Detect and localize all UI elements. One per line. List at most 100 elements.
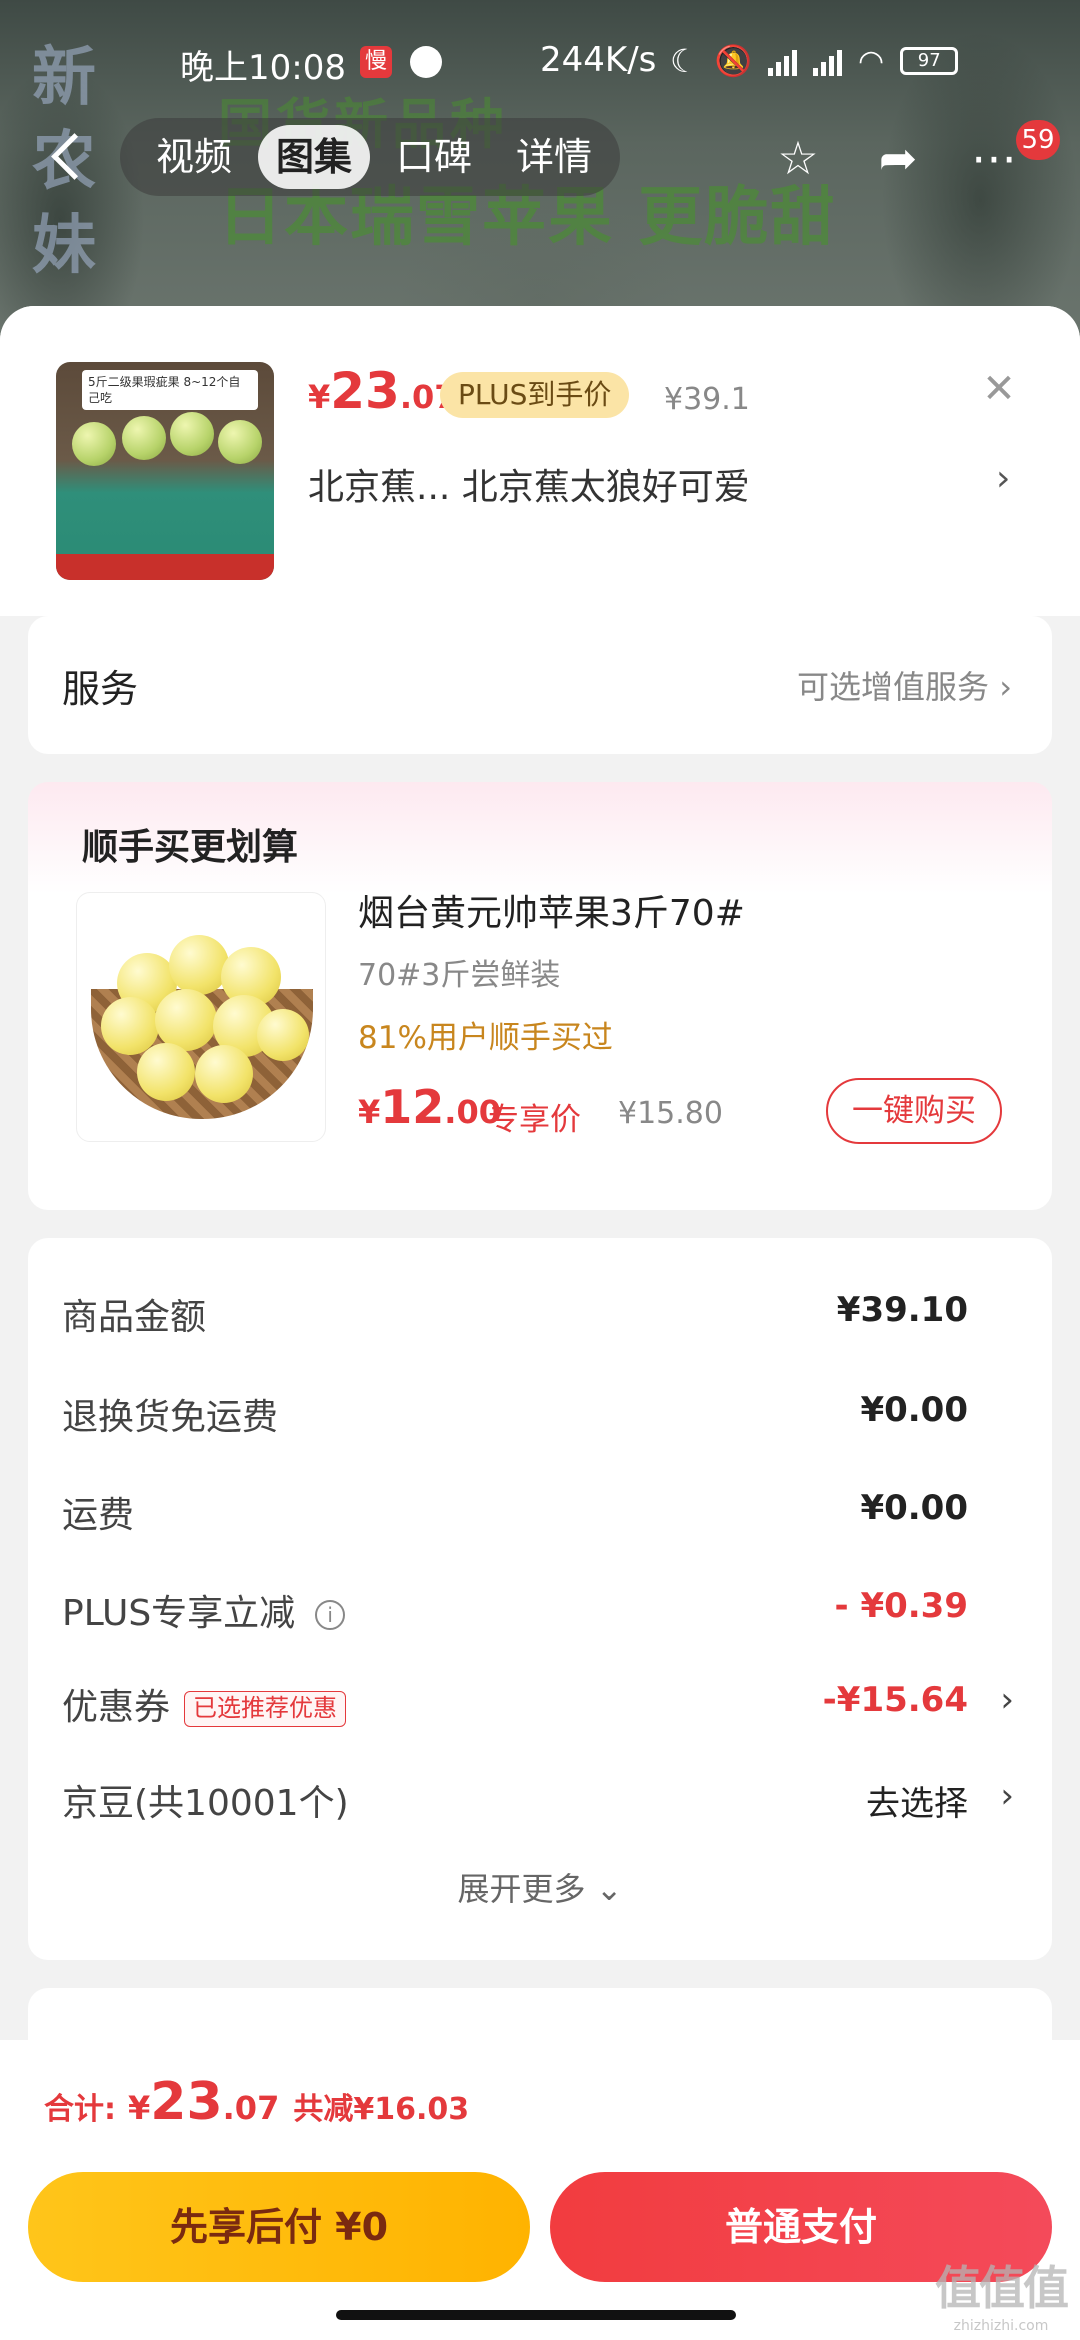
gallery-tab-bar: 视频 图集 口碑 详情 (120, 118, 620, 196)
battery-icon: 97 (900, 47, 959, 75)
watermark-url: zhizhizhi.com (953, 2318, 1049, 2334)
service-hint: 可选增值服务 › (797, 662, 1012, 708)
moon-icon: ☾ (670, 42, 699, 80)
apple-image (122, 416, 166, 460)
summary-value: -¥15.64 (822, 1680, 968, 1720)
total-integer: 23 (150, 2072, 223, 2132)
summary-label: PLUS专享立减 i (62, 1584, 346, 1636)
tab-video[interactable]: 视频 (138, 125, 250, 189)
summary-value: - ¥0.39 (834, 1586, 969, 1626)
notification-app-icon-2 (410, 46, 442, 78)
bell-muted-icon: 🔕 (714, 43, 753, 79)
summary-label-text: 优惠券 (62, 1687, 171, 1728)
status-time: 晚上10:08 (180, 48, 346, 88)
service-title: 服务 (62, 667, 139, 711)
back-button[interactable] (44, 132, 94, 182)
price-integer: 12 (380, 1080, 445, 1134)
total-currency: ¥ (128, 2089, 151, 2127)
site-watermark: 值值值 zhizhizhi.com (926, 2252, 1076, 2334)
signal-icon-2 (813, 46, 843, 76)
more-badge: 59 (1016, 120, 1060, 160)
one-click-buy-button[interactable]: 一键购买 (826, 1078, 1002, 1144)
info-icon[interactable]: i (315, 1600, 346, 1630)
summary-row-goods-amount: 商品金额 ¥39.10 (62, 1278, 1018, 1348)
summary-row-plus-discount: PLUS专享立减 i - ¥0.39 (62, 1574, 1018, 1644)
watermark-logo: 值值值 (935, 2261, 1069, 2315)
price-currency: ¥ (358, 1093, 381, 1131)
summary-value: 去选择 (866, 1784, 968, 1824)
tab-details[interactable]: 详情 (498, 125, 610, 189)
chevron-right-icon[interactable]: › (996, 458, 1010, 499)
selected-spec[interactable]: 北京蕉... 北京蕉太狼好可爱 (308, 458, 750, 510)
chevron-right-icon: › (999, 668, 1012, 706)
apple-image (195, 1045, 253, 1103)
chevron-right-icon: › (1000, 1776, 1014, 1816)
status-icons: ☾ 🔕 ◠ 97 (670, 42, 959, 80)
total-label: 合计: (44, 2092, 116, 2127)
network-speed: 244K/s (540, 40, 657, 80)
thumbnail-note: 5斤二级果瑕疵果 8~12个自己吃 (82, 370, 258, 410)
summary-value: ¥0.00 (860, 1390, 968, 1430)
apple-image (257, 1009, 309, 1061)
apple-image (72, 422, 116, 466)
apple-image (155, 989, 217, 1051)
service-row[interactable]: 服务 可选增值服务 › (28, 616, 1052, 754)
upsell-product-image[interactable] (76, 892, 326, 1142)
original-price: ¥39.1 (664, 382, 750, 417)
upsell-price: ¥ 12 .00 (358, 1080, 501, 1134)
signal-icon (768, 46, 798, 76)
summary-value: ¥0.00 (860, 1488, 968, 1528)
upsell-product-spec: 70#3斤尝鲜装 (358, 958, 561, 993)
chevron-down-icon: ⌄ (595, 1870, 623, 1908)
summary-row-return-shipping: 退换货免运费 ¥0.00 (62, 1378, 1018, 1448)
summary-label: 京豆(共10001个) (62, 1783, 349, 1824)
upsell-bought-stat: 81%用户顺手买过 (358, 1020, 613, 1056)
product-thumbnail[interactable]: 5斤二级果瑕疵果 8~12个自己吃 (56, 362, 274, 580)
share-icon[interactable]: ➦ (870, 130, 926, 186)
apple-image (170, 412, 214, 456)
pay-later-button[interactable]: 先享后付 ¥0 (28, 2172, 530, 2282)
price-integer: 23 (330, 362, 400, 420)
product-price: ¥ 23 .07 (308, 362, 457, 420)
plus-price-tag: PLUS到手价 (440, 372, 630, 418)
summary-row-jingdou[interactable]: 京豆(共10001个) 去选择 › (62, 1764, 1018, 1834)
product-summary: 5斤二级果瑕疵果 8~12个自己吃 ¥ 23 .07 PLUS到手价 ¥39.1… (0, 306, 1080, 616)
checkout-sheet: 5斤二级果瑕疵果 8~12个自己吃 ¥ 23 .07 PLUS到手价 ¥39.1… (0, 306, 1080, 2340)
upsell-title: 顺手买更划算 (82, 827, 299, 868)
price-currency: ¥ (308, 378, 331, 416)
upsell-original-price: ¥15.80 (618, 1096, 723, 1131)
coupon-recommended-tag: 已选推荐优惠 (184, 1691, 347, 1727)
summary-label: 运费 (62, 1495, 135, 1536)
summary-row-shipping: 运费 ¥0.00 (62, 1476, 1018, 1546)
expand-more-label: 展开更多 (457, 1870, 586, 1908)
thumbnail-box-print (56, 554, 274, 580)
order-total: 合计: ¥ 23 .07 共减¥16.03 (44, 2072, 469, 2132)
summary-label: 优惠券 已选推荐优惠 (62, 1678, 347, 1730)
apple-image (169, 935, 229, 995)
tab-reviews[interactable]: 口碑 (378, 125, 490, 189)
chevron-right-icon: › (1000, 1680, 1014, 1720)
expand-more-button[interactable]: 展开更多 ⌄ (28, 1864, 1052, 1910)
notification-app-icon: 慢 (360, 46, 392, 78)
exclusive-price-label: 专享价 (488, 1102, 581, 1138)
upsell-product-name[interactable]: 烟台黄元帅苹果3斤70# (358, 884, 745, 936)
home-indicator[interactable] (336, 2310, 736, 2320)
apple-image (137, 1043, 195, 1101)
tab-gallery[interactable]: 图集 (258, 125, 371, 189)
total-saved: 共减¥16.03 (293, 2092, 470, 2127)
apple-image (218, 420, 262, 464)
status-bar: 晚上10:08 慢 244K/s ☾ 🔕 ◠ 97 (0, 36, 1080, 92)
summary-label: 商品金额 (62, 1297, 207, 1338)
summary-value: ¥39.10 (836, 1290, 968, 1330)
summary-row-coupon[interactable]: 优惠券 已选推荐优惠 -¥15.64 › (62, 1668, 1018, 1738)
upsell-card: 顺手买更划算 烟台黄元帅苹果3斤70# 70#3斤尝鲜装 81%用户顺手买过 ¥… (28, 782, 1052, 1210)
summary-label-text: PLUS专享立减 (62, 1593, 296, 1634)
star-icon[interactable]: ☆ (770, 130, 826, 186)
price-summary-card: 商品金额 ¥39.10 退换货免运费 ¥0.00 运费 ¥0.00 PLUS专享… (28, 1238, 1052, 1960)
total-decimal: .07 (222, 2089, 280, 2127)
top-nav: 视频 图集 口碑 详情 ☆ ➦ ⋯ (0, 112, 1080, 202)
service-hint-text: 可选增值服务 (797, 668, 990, 706)
close-icon[interactable]: ✕ (976, 366, 1022, 412)
more-icon[interactable]: ⋯ (966, 130, 1022, 186)
wifi-icon: ◠ (858, 43, 885, 79)
